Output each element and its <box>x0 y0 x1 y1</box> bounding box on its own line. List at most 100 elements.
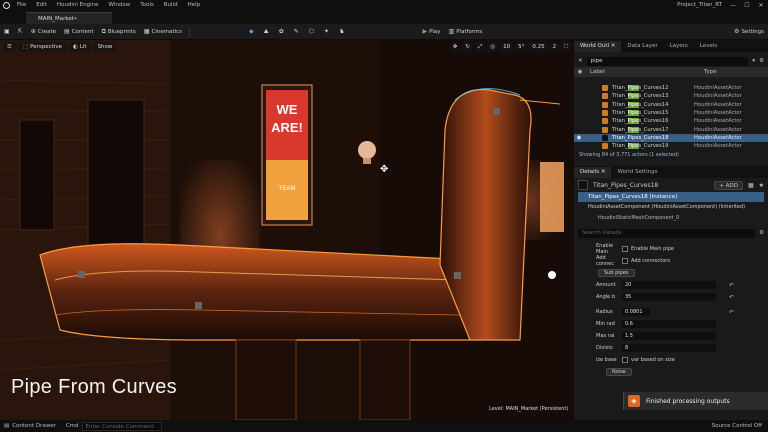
amount-input[interactable]: 20 <box>622 281 716 290</box>
close-icon[interactable]: ✕ <box>754 0 768 11</box>
translate-tool-icon[interactable]: ✥ <box>449 42 461 52</box>
outliner-row[interactable]: Titan_Pipes_Curves12 HoudiniAssetActor <box>574 84 768 92</box>
outliner-row[interactable]: Titan_Pipes_Curves14 HoudiniAssetActor <box>574 101 768 109</box>
level-viewport[interactable]: WE ARE! TEAM ✥ ☰ ⬚ Perspective ◐ Lit Sho… <box>0 40 573 420</box>
menu-file[interactable]: File <box>12 0 31 11</box>
curve-point-2[interactable] <box>195 302 202 309</box>
outliner-row[interactable]: Titan_Pipes_Curves17 HoudiniAssetActor <box>574 125 768 133</box>
platforms-button[interactable]: ▥ Platforms <box>445 24 487 40</box>
blueprint-icon[interactable]: ▦ <box>748 182 754 189</box>
fracture-icon[interactable]: ⬡ <box>309 28 314 35</box>
star-icon[interactable]: ★ <box>759 182 764 189</box>
clear-search-icon[interactable]: ✕ <box>578 58 583 64</box>
animation-icon[interactable]: ♞ <box>339 28 344 35</box>
curve-point-4[interactable] <box>493 108 500 115</box>
min-radius-input[interactable]: 0.6 <box>622 320 716 329</box>
world-local-icon[interactable]: ◎ <box>487 42 499 52</box>
source-control-status[interactable]: Source Control Off <box>712 423 762 429</box>
light-source-icon[interactable] <box>548 271 556 279</box>
console-command-input[interactable]: Enter Console Command <box>81 421 162 431</box>
tab-layers[interactable]: Layers <box>664 41 694 52</box>
gear-icon[interactable]: ⚙ <box>759 58 764 64</box>
reset-icon[interactable]: ↶ <box>729 282 734 289</box>
add-component-button[interactable]: + ADD <box>714 180 743 190</box>
mode-button[interactable]: ⇱ <box>14 24 27 40</box>
tab-world-outliner[interactable]: World Outl ✕ <box>574 41 622 52</box>
blueprints-button[interactable]: ⧉ Blueprints <box>98 24 140 40</box>
menu-window[interactable]: Window <box>104 0 136 11</box>
tab-details[interactable]: Details ✕ <box>574 167 612 179</box>
details-search-input[interactable]: Search Details <box>578 228 756 238</box>
tab-data-layer[interactable]: Data Layer <box>621 41 663 52</box>
grid-snap[interactable]: 10 <box>500 42 514 52</box>
reset-icon[interactable]: ↶ <box>729 294 734 301</box>
content-drawer-button[interactable]: Content Drawer <box>9 423 56 429</box>
scale-tool-icon[interactable]: ⤢ <box>474 42 486 52</box>
noise-button[interactable]: Noise <box>606 368 632 377</box>
level-tab-main-market[interactable]: MAIN_Market• <box>26 12 112 24</box>
move-gizmo-icon[interactable]: ✥ <box>380 164 388 175</box>
outliner-row[interactable]: Titan_Pipes_Curves15 HoudiniAssetActor <box>574 109 768 117</box>
var-based-checkbox[interactable] <box>622 357 628 364</box>
menu-edit[interactable]: Edit <box>31 0 52 11</box>
play-label: Play <box>429 28 441 35</box>
camera-speed[interactable]: 2 <box>549 42 560 52</box>
settings-button[interactable]: ⚙ Settings <box>730 24 768 40</box>
landscape-icon[interactable]: ⛰ <box>264 28 269 35</box>
add-connectors-checkbox[interactable] <box>622 258 628 265</box>
houdini-asset-component-row[interactable]: HoudiniAssetComponent (HoudiniAssetCompo… <box>574 202 768 213</box>
maximize-icon[interactable]: ☐ <box>740 0 754 11</box>
outliner-search-input[interactable]: pipe <box>586 56 749 66</box>
static-mesh-component-row[interactable]: HoudiniStaticMeshComponent_0 <box>574 213 768 224</box>
outliner-row-selected[interactable]: ◉ Titan_Pipes_Curves18 HoudiniAssetActor <box>574 133 768 143</box>
cinematics-button[interactable]: ▦ Cinematics <box>140 24 186 40</box>
content-button[interactable]: ▤ Content <box>60 24 98 40</box>
reset-icon[interactable]: ↶ <box>729 309 734 316</box>
mesh-paint-icon[interactable]: ✎ <box>294 28 299 35</box>
enable-main-checkbox[interactable] <box>622 246 628 253</box>
divisions-input[interactable]: 8 <box>622 344 716 353</box>
menu-tools[interactable]: Tools <box>135 0 159 11</box>
notification-toast[interactable]: ◈ Finished processing outputs <box>623 392 768 410</box>
perspective-button[interactable]: ⬚ Perspective <box>18 42 66 52</box>
cmd-dropdown[interactable]: Cmd <box>56 423 79 429</box>
curve-point-1[interactable] <box>78 271 85 278</box>
brush-edit-icon[interactable]: ✦ <box>324 28 329 35</box>
outliner-row[interactable]: Titan_Pipes_Curves19 HoudiniAssetActor <box>574 142 768 150</box>
viewport-menu-button[interactable]: ☰ <box>3 42 16 52</box>
rotate-tool-icon[interactable]: ↻ <box>462 42 473 52</box>
create-button[interactable]: ⊕ Create <box>27 24 60 40</box>
column-label[interactable]: Label <box>586 69 704 75</box>
tab-world-settings[interactable]: World Settings <box>611 167 663 178</box>
column-type[interactable]: Type <box>704 69 717 75</box>
play-button[interactable]: ▶ Play <box>418 24 444 40</box>
visibility-icon[interactable]: ◉ <box>574 135 584 141</box>
menu-help[interactable]: Help <box>183 0 206 11</box>
content-drawer-icon[interactable]: ▤ <box>0 423 9 429</box>
save-button[interactable]: ▣ <box>0 24 14 40</box>
lit-button[interactable]: ◐ Lit <box>69 42 91 52</box>
foliage-icon[interactable]: ✿ <box>279 28 284 35</box>
curve-point-3[interactable] <box>454 272 461 279</box>
unreal-logo-icon[interactable] <box>0 0 12 11</box>
sub-pipes-button[interactable]: Sub pipes <box>598 269 635 278</box>
angle-snap[interactable]: 5° <box>515 42 528 52</box>
point-light-icon[interactable] <box>358 141 376 159</box>
show-button[interactable]: Show <box>93 42 117 52</box>
select-icon[interactable]: ◆ <box>249 28 254 35</box>
scale-snap[interactable]: 0.25 <box>529 42 548 52</box>
outliner-row[interactable]: Titan_Pipes_Curves16 HoudiniAssetActor <box>574 117 768 125</box>
actor-name-field[interactable]: Titan_Pipes_Curves18 <box>593 182 658 189</box>
gear-icon[interactable]: ⚙ <box>759 230 764 236</box>
maximize-viewport-icon[interactable]: ⛶ <box>561 42 571 52</box>
minimize-icon[interactable]: — <box>726 0 740 11</box>
radius-input[interactable]: 0.0801 <box>622 308 650 317</box>
menu-houdini-engine[interactable]: Houdini Engine <box>52 0 104 11</box>
outliner-row[interactable]: Titan_Pipes_Curves13 HoudiniAssetActor <box>574 92 768 100</box>
instance-component-row[interactable]: Titan_Pipes_Curves18 (Instance) <box>578 192 764 203</box>
menu-build[interactable]: Build <box>159 0 183 11</box>
tab-levels[interactable]: Levels <box>694 41 723 52</box>
filter-icon[interactable]: ▾ <box>752 58 755 64</box>
max-radius-input[interactable]: 1.5 <box>622 332 716 341</box>
angle-input[interactable]: 35 <box>622 293 716 302</box>
